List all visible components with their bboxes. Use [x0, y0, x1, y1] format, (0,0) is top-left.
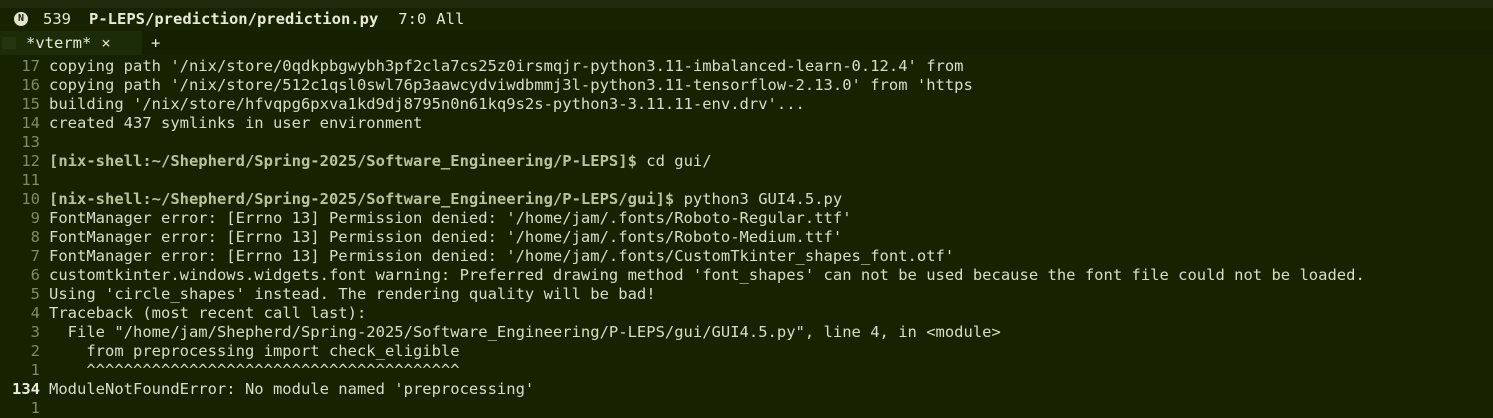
normal-mode-badge: N [14, 11, 28, 26]
line-number: 17 [21, 57, 40, 75]
line-number: 14 [21, 114, 40, 132]
line-text: Traceback (most recent call last): [49, 304, 367, 322]
modeline: N 539 P-LEPS/prediction/prediction.py 7:… [0, 8, 1493, 29]
shell-prompt: [nix-shell:~/Shepherd/Spring-2025/Softwa… [49, 152, 637, 170]
terminal-line: 1 [0, 399, 1493, 418]
line-text: FontManager error: [Errno 13] Permission… [49, 228, 843, 246]
terminal-line: 2 from preprocessing import check_eligib… [0, 342, 1493, 361]
line-text: from preprocessing import check_eligible [49, 342, 460, 360]
terminal-line: 4 Traceback (most recent call last): [0, 304, 1493, 323]
terminal-line: 17 copying path '/nix/store/0qdkpbgwybh3p… [0, 57, 1493, 76]
line-text: building '/nix/store/hfvqpg6pxva1kd9dj87… [49, 95, 805, 113]
modeline-cursor-position: 7:0 [398, 9, 427, 28]
terminal-line: 6 customtkinter.windows.widgets.font warn… [0, 266, 1493, 285]
line-text: customtkinter.windows.widgets.font warni… [49, 266, 1365, 284]
tab-close-icon[interactable]: × [101, 34, 110, 52]
tab-vterm[interactable]: *vterm* × [0, 31, 142, 55]
tab-bar: *vterm* × + [0, 31, 1493, 55]
terminal-line: 15 building '/nix/store/hfvqpg6pxva1kd9dj… [0, 95, 1493, 114]
top-border [0, 0, 1493, 8]
line-text: cd gui/ [636, 152, 712, 170]
terminal-line: 12 [nix-shell:~/Shepherd/Spring-2025/Soft… [0, 152, 1493, 171]
line-text: FontManager error: [Errno 13] Permission… [49, 209, 852, 227]
line-text: created 437 symlinks in user environment [49, 114, 423, 132]
line-number: 10 [21, 190, 40, 208]
line-number: 2 [30, 342, 40, 360]
terminal-line: 13 [0, 133, 1493, 152]
line-number: 7 [30, 247, 40, 265]
terminal-line: 5 Using 'circle_shapes' instead. The rend… [0, 285, 1493, 304]
line-number: 134 [12, 380, 40, 398]
line-number: 15 [21, 95, 40, 113]
line-number: 1 [30, 361, 40, 379]
line-number: 6 [30, 266, 40, 284]
line-number: 1 [30, 399, 40, 417]
line-number: 12 [21, 152, 40, 170]
terminal-line: 16 copying path '/nix/store/512c1qsl0swl7… [0, 76, 1493, 95]
terminal-line: 134 ModuleNotFoundError: No module named … [0, 380, 1493, 399]
tab-vterm-label: *vterm* [26, 34, 92, 52]
terminal-icon [2, 37, 16, 49]
line-number: 8 [30, 228, 40, 246]
line-text: Using 'circle_shapes' instead. The rende… [49, 285, 656, 303]
line-text: FontManager error: [Errno 13] Permission… [49, 247, 955, 265]
line-text: copying path '/nix/store/512c1qsl0swl76p… [49, 76, 973, 94]
terminal-line: 10 [nix-shell:~/Shepherd/Spring-2025/Soft… [0, 190, 1493, 209]
terminal-buffer[interactable]: 17 copying path '/nix/store/0qdkpbgwybh3p… [0, 57, 1493, 418]
modeline-line-count: 539 [43, 9, 71, 28]
line-text: ^^^^^^^^^^^^^^^^^^^^^^^^^^^^^^^^^^^^^^^^ [49, 361, 460, 379]
line-text: copying path '/nix/store/0qdkpbgwybh3pf2… [49, 57, 964, 75]
line-number: 9 [30, 209, 40, 227]
line-text: File "/home/jam/Shepherd/Spring-2025/Sof… [49, 323, 1001, 341]
terminal-line: 1 ^^^^^^^^^^^^^^^^^^^^^^^^^^^^^^^^^^^^^^… [0, 361, 1493, 380]
line-number: 16 [21, 76, 40, 94]
line-number: 13 [21, 133, 40, 151]
terminal-line: 8 FontManager error: [Errno 13] Permissio… [0, 228, 1493, 247]
terminal-line: 11 [0, 171, 1493, 190]
line-text: ModuleNotFoundError: No module named 'pr… [49, 380, 535, 398]
line-number: 11 [21, 171, 40, 189]
modeline-scroll-indicator: All [436, 9, 465, 28]
line-number: 4 [30, 304, 40, 322]
line-text: python3 GUI4.5.py [674, 190, 843, 208]
terminal-line: 3 File "/home/jam/Shepherd/Spring-2025/S… [0, 323, 1493, 342]
terminal-line: 9 FontManager error: [Errno 13] Permissio… [0, 209, 1493, 228]
modeline-file-name[interactable]: P-LEPS/prediction/prediction.py [89, 10, 378, 28]
line-number: 5 [30, 285, 40, 303]
terminal-line: 7 FontManager error: [Errno 13] Permissio… [0, 247, 1493, 266]
terminal-line: 14 created 437 symlinks in user environme… [0, 114, 1493, 133]
shell-prompt: [nix-shell:~/Shepherd/Spring-2025/Softwa… [49, 190, 675, 208]
new-tab-button[interactable]: + [151, 31, 160, 55]
line-number: 3 [30, 323, 40, 341]
